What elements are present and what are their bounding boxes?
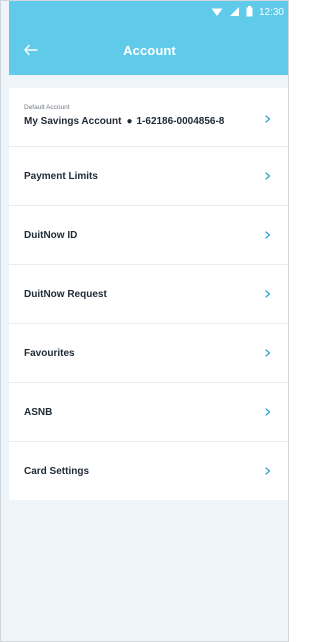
menu-item-label: ASNB [24,406,53,418]
account-separator: ● [126,115,133,127]
duitnow-request-row[interactable]: DuitNow Request [9,264,288,323]
card-settings-row[interactable]: Card Settings [9,441,288,500]
payment-limits-row[interactable]: Payment Limits [9,146,288,205]
wifi-icon [211,7,223,20]
chevron-right-icon [264,172,272,180]
menu-item-label: DuitNow Request [24,288,107,300]
default-account-label: Default Account [24,104,70,111]
menu-item-label: Favourites [24,347,75,359]
account-settings-list: Default Account My Savings Account ● 1-621… [9,88,288,500]
chevron-right-icon [264,408,272,416]
menu-item-text: Payment Limits [24,171,264,182]
menu-item-label: Card Settings [24,465,90,477]
menu-item-text: DuitNow Request [24,289,264,300]
status-time: 12:30 [258,7,284,18]
top-app-bar: Account [9,25,288,75]
default-account-row[interactable]: Default Account My Savings Account ● 1-621… [9,88,288,146]
status-bar: 12:30 [9,1,288,25]
asnb-row[interactable]: ASNB [9,382,288,441]
menu-item-text: Card Settings [24,466,264,477]
menu-item-label: Payment Limits [24,170,98,182]
favourites-row[interactable]: Favourites [9,323,288,382]
back-arrow-icon [24,44,38,56]
battery-icon [246,6,253,20]
phone-screen: 12:30 Account Default Account My Savings… [0,0,289,642]
chevron-right-icon [264,290,272,298]
chevron-right-icon [264,115,272,123]
menu-item-text: DuitNow ID [24,230,264,241]
signal-icon [229,6,240,20]
default-account-details: My Savings Account ● 1-62186-0004856-8 [24,116,264,127]
chevron-right-icon [264,231,272,239]
menu-item-text: ASNB [24,407,264,418]
back-button[interactable] [9,25,53,75]
account-name: My Savings Account [24,115,122,127]
status-icons: 12:30 [211,5,284,21]
menu-item-text: Favourites [24,348,264,359]
account-number: 1-62186-0004856-8 [136,115,225,127]
default-account-text: Default Account My Savings Account ● 1-621… [24,104,264,127]
chevron-right-icon [264,349,272,357]
duitnow-id-row[interactable]: DuitNow ID [9,205,288,264]
menu-item-label: DuitNow ID [24,229,78,241]
chevron-right-icon [264,467,272,475]
